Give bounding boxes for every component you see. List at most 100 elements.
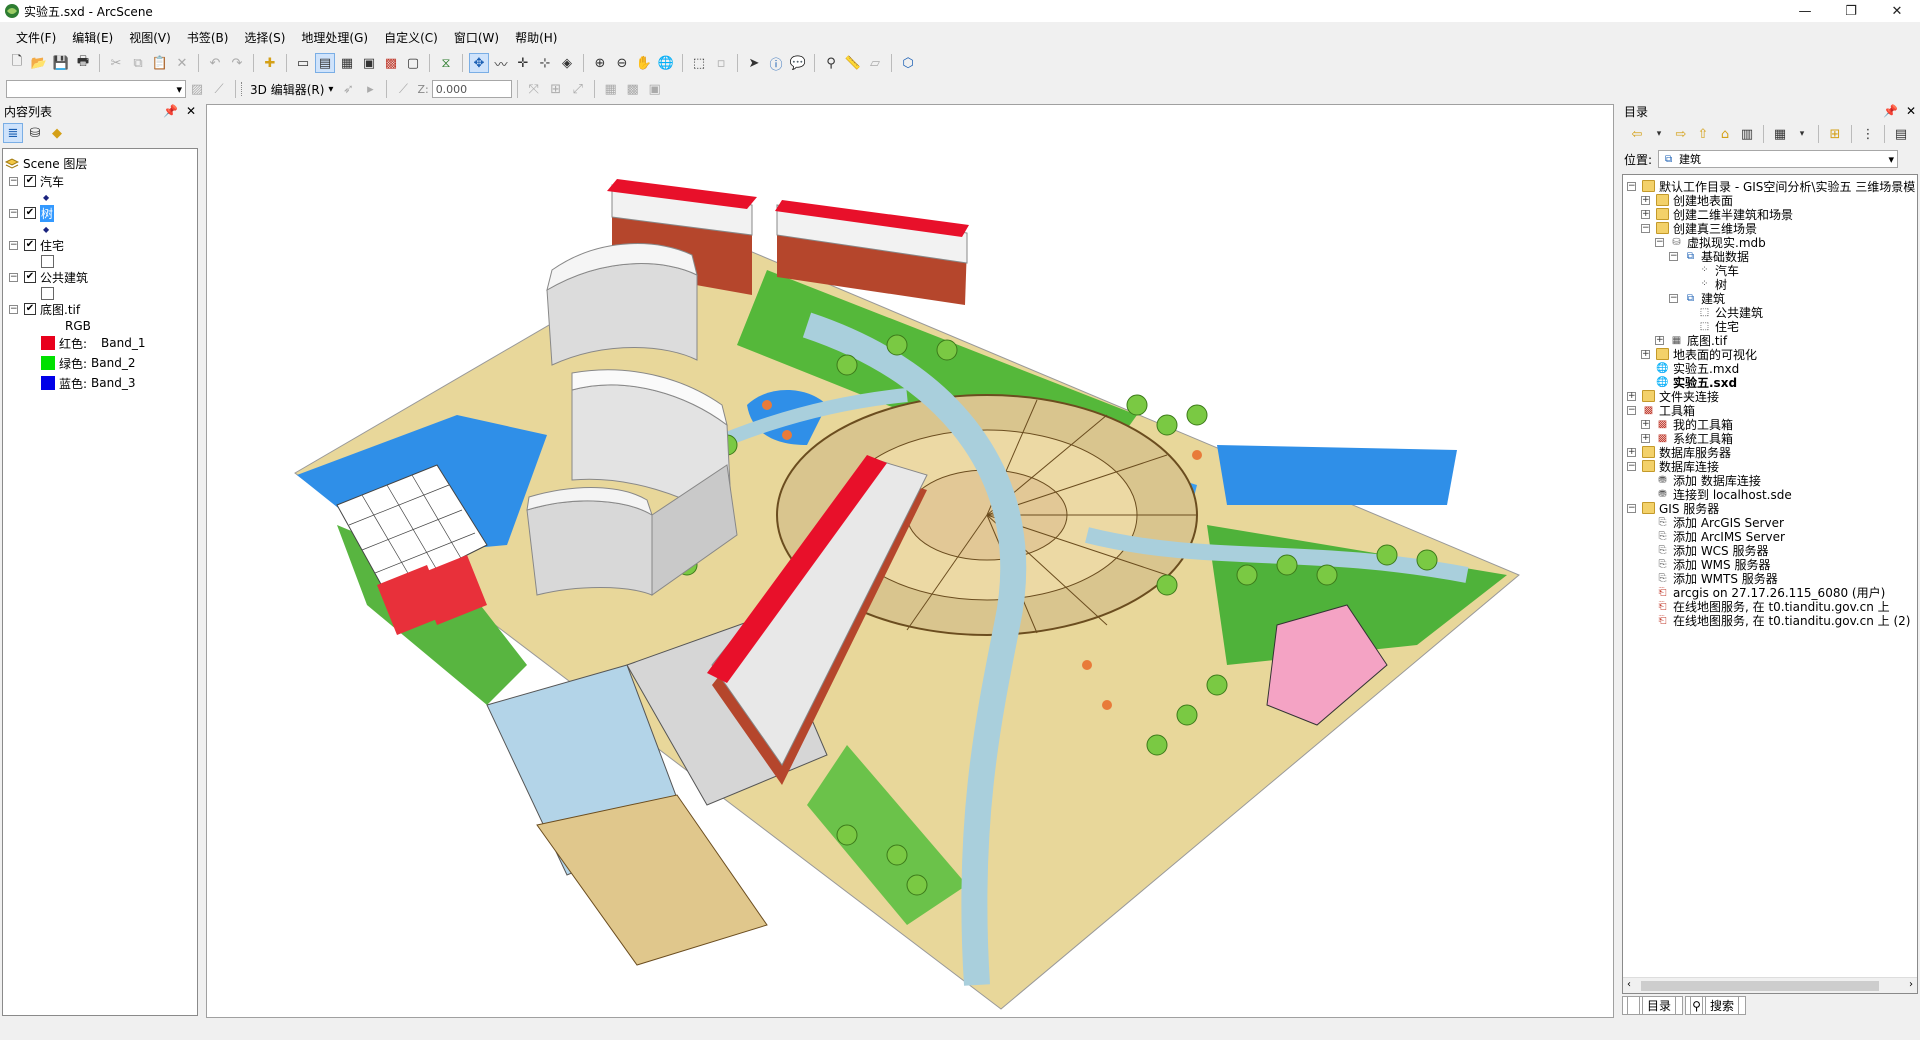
close-window-button[interactable]: ✕ (1874, 0, 1920, 22)
straight-segment-icon[interactable]: ⟋ (393, 79, 413, 99)
layer-visibility-checkbox[interactable]: ✔ (24, 175, 36, 187)
toc-layer-residential[interactable]: − ✔ 住宅 (9, 237, 64, 253)
snapping-icon[interactable]: ▨ (187, 79, 207, 99)
sketch-tool-icon[interactable]: ▸ (360, 79, 380, 99)
views-icon[interactable]: ▦ (1770, 124, 1790, 144)
search-window-icon[interactable]: ▣ (359, 53, 379, 73)
model-builder-icon[interactable]: ⧖ (436, 53, 456, 73)
center-on-target-icon[interactable]: ✛ (513, 53, 533, 73)
cut-icon[interactable]: ✂ (106, 53, 126, 73)
collapse-icon[interactable]: − (9, 208, 18, 218)
forward-arrow-icon[interactable]: ⇨ (1671, 124, 1691, 144)
3d-campus-scene[interactable] (207, 105, 1613, 1017)
expand-icon[interactable]: + (1641, 209, 1650, 219)
tab-search[interactable]: ⚲ 搜索 (1685, 996, 1747, 1015)
menu-geoprocessing[interactable]: 地理处理(G) (293, 29, 376, 46)
menu-customize[interactable]: 自定义(C) (376, 29, 446, 46)
list-by-source-icon[interactable]: ⛁ (25, 123, 45, 143)
python-window-icon[interactable]: ▢ (403, 53, 423, 73)
expand-icon[interactable]: + (1641, 195, 1650, 205)
menu-view[interactable]: 视图(V) (121, 29, 179, 46)
delete-icon[interactable]: ✕ (172, 53, 192, 73)
toc-layer-car[interactable]: − ✔ 汽车 (9, 173, 64, 189)
expand-icon[interactable]: + (1627, 391, 1636, 401)
collapse-icon[interactable]: − (9, 176, 18, 186)
scene-layers-root[interactable]: Scene 图层 (5, 155, 87, 171)
location-combo[interactable]: ⧉ 建筑 ▾ (1658, 150, 1899, 168)
collapse-icon[interactable]: − (1669, 251, 1678, 261)
add-data-icon[interactable]: ✚ (260, 53, 280, 73)
layer-visibility-checkbox[interactable]: ✔ (24, 239, 36, 251)
catalog-item[interactable]: ⎗ 在线地图服务, 在 t0.tianditu.gov.cn 上 (2) (1641, 613, 1911, 628)
tin-editing-icon[interactable]: ⟋ (209, 79, 229, 99)
clear-selection-icon[interactable]: ▫ (711, 53, 731, 73)
home-icon[interactable]: ⌂ (1715, 124, 1735, 144)
print-icon[interactable]: 🖶 (73, 53, 93, 73)
minimize-button[interactable]: — (1782, 0, 1828, 22)
find-icon[interactable]: ⚲ (821, 53, 841, 73)
tree-view-icon[interactable]: ⋮ (1858, 124, 1878, 144)
menu-help[interactable]: 帮助(H) (507, 29, 565, 46)
menu-selection[interactable]: 选择(S) (236, 29, 293, 46)
scrollbar-thumb[interactable] (1641, 981, 1879, 991)
fly-tool-icon[interactable]: 〰 (491, 53, 511, 73)
tab-catalog[interactable]: 目录 (1622, 996, 1684, 1015)
create-features-icon[interactable]: ▣ (645, 79, 665, 99)
menu-edit[interactable]: 编辑(E) (64, 29, 121, 46)
dropdown-arrow-icon[interactable]: ▾ (1649, 124, 1669, 144)
measure-icon[interactable]: 📏 (843, 53, 863, 73)
scroll-left-icon[interactable]: ‹ (1627, 979, 1631, 990)
list-by-visibility-icon[interactable]: ◆ (47, 123, 67, 143)
menu-bookmarks[interactable]: 书签(B) (179, 29, 237, 46)
layer-visibility-checkbox[interactable]: ✔ (24, 271, 36, 283)
collapse-icon[interactable]: − (1669, 293, 1678, 303)
toc-layer-basemap-tif[interactable]: − ✔ 底图.tif (9, 301, 80, 317)
connect-folder-icon[interactable]: ⊞ (1825, 124, 1845, 144)
collapse-icon[interactable]: − (9, 304, 18, 314)
back-arrow-icon[interactable]: ⇦ (1627, 124, 1647, 144)
pin-icon[interactable]: 📌 (163, 104, 178, 118)
expand-icon[interactable]: + (1655, 335, 1664, 345)
open-folder-icon[interactable]: 📂 (29, 53, 49, 73)
list-by-drawing-order-icon[interactable]: ≣ (3, 123, 23, 143)
close-icon[interactable]: ✕ (186, 104, 196, 118)
horizontal-scrollbar[interactable]: ‹ › (1623, 977, 1917, 993)
pan-icon[interactable]: ✋ (634, 53, 654, 73)
move-tool-icon[interactable]: ⤧ (524, 79, 544, 99)
full-extent-icon[interactable]: 🌐 (656, 53, 676, 73)
collapse-icon[interactable]: − (1627, 181, 1636, 191)
select-features-icon[interactable]: ⬚ (689, 53, 709, 73)
identify-icon[interactable]: ⓘ (766, 53, 786, 73)
select-elements-icon[interactable]: ➤ (744, 53, 764, 73)
expand-icon[interactable]: + (1641, 349, 1650, 359)
toc-layer-public-building[interactable]: − ✔ 公共建筑 (9, 269, 88, 285)
scene-view[interactable] (206, 104, 1614, 1018)
up-one-level-icon[interactable]: ⇧ (1693, 124, 1713, 144)
rotate-tool-icon[interactable]: ⊞ (546, 79, 566, 99)
copy-icon[interactable]: ⧉ (128, 53, 148, 73)
arctoolbox-icon[interactable]: ▩ (381, 53, 401, 73)
layer-combo[interactable]: ▾ (6, 80, 186, 98)
toggle-contents-icon[interactable]: ▥ (1737, 124, 1757, 144)
display-toc-icon[interactable]: ▤ (315, 53, 335, 73)
menu-window[interactable]: 窗口(W) (446, 29, 507, 46)
zoom-out-icon[interactable]: ⊖ (612, 53, 632, 73)
expand-icon[interactable]: + (1641, 433, 1650, 443)
layer-visibility-checkbox[interactable]: ✔ (24, 303, 36, 315)
close-icon[interactable]: ✕ (1906, 104, 1916, 118)
scene-properties-icon[interactable]: ▭ (293, 53, 313, 73)
expand-icon[interactable]: + (1641, 419, 1650, 429)
sketch-properties-icon[interactable]: ▩ (623, 79, 643, 99)
redo-icon[interactable]: ↷ (227, 53, 247, 73)
save-icon[interactable]: 💾 (51, 53, 71, 73)
set-observer-icon[interactable]: ◈ (557, 53, 577, 73)
catalog-item[interactable]: − 默认工作目录 - GIS空间分析\实验五 三维场景模 (1627, 179, 1915, 194)
collapse-icon[interactable]: − (9, 272, 18, 282)
maximize-button[interactable]: ❐ (1828, 0, 1874, 22)
expand-icon[interactable]: + (1627, 447, 1636, 457)
scale-tool-icon[interactable]: ⤢ (568, 79, 588, 99)
options-icon[interactable]: ▤ (1891, 124, 1911, 144)
3d-editor-menu[interactable]: 3D 编辑器(R) (250, 81, 324, 98)
collapse-icon[interactable]: − (1641, 223, 1650, 233)
collapse-icon[interactable]: − (1627, 405, 1636, 415)
